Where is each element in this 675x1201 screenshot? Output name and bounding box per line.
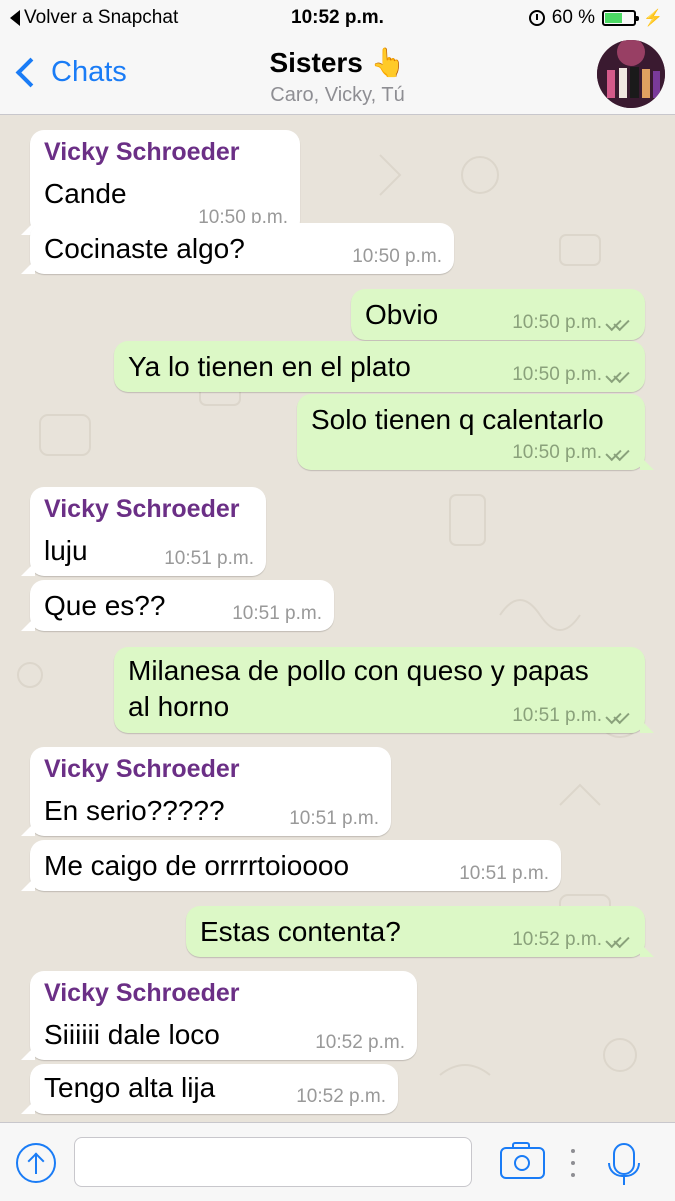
message-text: luju	[44, 535, 88, 566]
message-sender: Vicky Schroeder	[44, 495, 240, 523]
message-input[interactable]	[74, 1137, 472, 1187]
chat-area[interactable]: Vicky Schroeder Cande 10:50 p.m. Cocinas…	[0, 115, 675, 1122]
message-text-line-2: al horno	[128, 691, 230, 722]
message-text: Tengo alta lija	[44, 1072, 216, 1103]
microphone-stand-icon	[608, 1163, 640, 1177]
message-time: 10:50 p.m.	[512, 312, 602, 333]
message-sender: Vicky Schroeder	[44, 755, 240, 783]
message-text: En serio?????	[44, 795, 225, 826]
message-bubble-incoming[interactable]: Que es?? 10:51 p.m.	[21, 580, 334, 631]
message-text: Que es??	[44, 590, 166, 621]
message-bubble-outgoing[interactable]: Ya lo tienen en el plato 10:50 p.m.	[114, 341, 645, 392]
double-check-icon	[605, 314, 633, 332]
battery-percent: 60 %	[551, 7, 596, 28]
group-photo-icon	[597, 40, 665, 108]
message-input-bar	[0, 1122, 675, 1201]
message-text: Me caigo de orrrrtoioooo	[44, 850, 350, 881]
message-time-status: 10:50 p.m.	[512, 364, 633, 386]
message-text-line-1: Milanesa de pollo con queso y papas	[128, 655, 589, 686]
message-bubble-incoming[interactable]: Me caigo de orrrrtoioooo 10:51 p.m.	[21, 840, 561, 891]
chat-header: Chats Sisters 👆 Caro, Vicky, Tú	[0, 36, 675, 115]
battery-icon	[602, 10, 640, 26]
message-time-status: 10:51 p.m.	[512, 705, 633, 727]
arrow-up-circle-icon[interactable]	[16, 1143, 56, 1183]
message-bubble-incoming[interactable]: Vicky Schroeder Siiiiii dale loco 10:52 …	[21, 971, 417, 1060]
message-sender: Vicky Schroeder	[44, 138, 240, 166]
message-bubble-outgoing[interactable]: Estas contenta? 10:52 p.m.	[186, 906, 654, 957]
message-time: 10:51 p.m.	[459, 863, 549, 884]
message-time: 10:52 p.m.	[296, 1086, 386, 1107]
message-bubble-outgoing[interactable]: Obvio 10:50 p.m.	[351, 289, 645, 340]
message-text: Cocinaste algo?	[44, 233, 245, 264]
status-right: 60 % ⚡	[528, 7, 663, 29]
message-time: 10:50 p.m.	[512, 364, 602, 385]
message-bubble-outgoing[interactable]: Milanesa de pollo con queso y papas al h…	[114, 647, 654, 733]
message-text: Ya lo tienen en el plato	[128, 351, 411, 382]
message-time: 10:50 p.m.	[512, 442, 602, 463]
message-time-status: 10:52 p.m.	[512, 929, 633, 951]
message-time: 10:51 p.m.	[512, 705, 602, 726]
message-text: Siiiiii dale loco	[44, 1019, 220, 1050]
message-bubble-incoming[interactable]: Tengo alta lija 10:52 p.m.	[21, 1064, 398, 1114]
chat-title[interactable]: Sisters 👆	[0, 46, 675, 79]
message-time: 10:51 p.m.	[232, 603, 322, 624]
message-time: 10:52 p.m.	[315, 1032, 405, 1053]
camera-icon[interactable]	[500, 1142, 545, 1179]
message-time: 10:50 p.m.	[352, 246, 442, 267]
message-time: 10:51 p.m.	[164, 548, 254, 569]
message-sender: Vicky Schroeder	[44, 979, 240, 1007]
vertical-dots-icon[interactable]	[571, 1149, 577, 1177]
double-check-icon	[605, 931, 633, 949]
message-bubble-incoming[interactable]: Vicky Schroeder Cande 10:50 p.m.	[21, 130, 300, 235]
alarm-icon	[528, 10, 545, 26]
double-check-icon	[605, 366, 633, 384]
message-bubble-incoming[interactable]: Vicky Schroeder luju 10:51 p.m.	[21, 487, 266, 576]
chat-participants[interactable]: Caro, Vicky, Tú	[0, 84, 675, 107]
message-bubble-incoming[interactable]: Vicky Schroeder En serio????? 10:51 p.m.	[21, 747, 391, 836]
message-text: Estas contenta?	[200, 916, 401, 947]
charging-icon: ⚡	[643, 10, 663, 27]
message-time: 10:52 p.m.	[512, 929, 602, 950]
double-check-icon	[605, 707, 633, 725]
message-text: Obvio	[365, 299, 439, 330]
group-avatar[interactable]	[597, 40, 665, 108]
message-time-status: 10:50 p.m.	[512, 312, 633, 334]
double-check-icon	[605, 444, 633, 462]
message-bubble-incoming[interactable]: Cocinaste algo? 10:50 p.m.	[21, 223, 454, 274]
message-time: 10:51 p.m.	[289, 808, 379, 829]
message-time-status: 10:50 p.m.	[512, 442, 633, 464]
message-text: Cande	[44, 178, 127, 209]
status-bar: Volver a Snapchat 10:52 p.m. 60 % ⚡	[0, 0, 675, 36]
message-bubble-outgoing[interactable]: Solo tienen q calentarlo 10:50 p.m.	[297, 394, 654, 470]
message-text: Solo tienen q calentarlo	[311, 404, 604, 435]
